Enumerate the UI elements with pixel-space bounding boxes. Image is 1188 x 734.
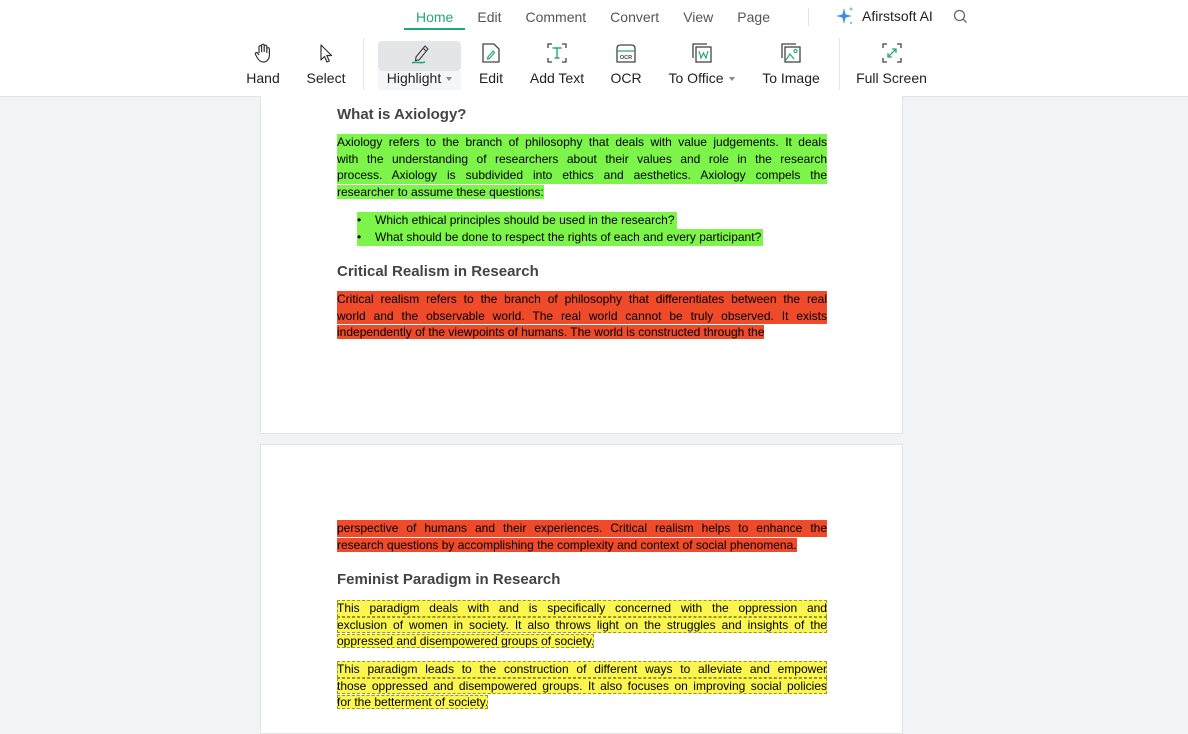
add-text-label: Add Text xyxy=(529,70,585,86)
highlighted-text: oppressed and disempowered groups of soc… xyxy=(337,634,595,649)
highlighter-pen-icon xyxy=(411,45,429,64)
heading-feminist-paradigm: Feminist Paradigm in Research xyxy=(337,571,561,588)
hand-icon xyxy=(254,43,270,63)
tab-comment[interactable]: Comment xyxy=(513,0,598,32)
top-toolbar: Home Edit Comment Convert View Page Afir… xyxy=(0,0,1188,97)
to-image-button[interactable]: To Image xyxy=(762,38,820,92)
highlighted-text: world and the observable world. The real… xyxy=(337,307,827,325)
tab-edit[interactable]: Edit xyxy=(465,0,513,32)
highlighted-text: perspective of humans and their experien… xyxy=(337,520,827,537)
ocr-button[interactable]: OCR OCR xyxy=(610,38,642,92)
edit-label: Edit xyxy=(478,70,504,86)
list-item: • Which ethical principles should be used… xyxy=(357,212,677,229)
chevron-down-icon[interactable] xyxy=(728,77,735,81)
tab-convert[interactable]: Convert xyxy=(598,0,671,32)
highlighted-text: independently of the viewpoints of human… xyxy=(337,325,765,340)
highlighted-text: for the betterment of society. xyxy=(337,695,489,710)
full-screen-icon xyxy=(881,43,902,63)
tab-home[interactable]: Home xyxy=(404,0,466,32)
svg-text:OCR: OCR xyxy=(620,55,632,61)
paragraph-feminist-1: This paradigm deals with and is specific… xyxy=(337,600,827,650)
full-screen-button[interactable]: Full Screen xyxy=(856,38,927,92)
highlighted-text: those oppressed and disempowered groups.… xyxy=(337,677,827,695)
highlighted-text: Critical realism refers to the branch of… xyxy=(337,291,827,308)
search-button[interactable] xyxy=(953,9,968,29)
tab-view[interactable]: View xyxy=(671,0,725,32)
edit-tool-button[interactable]: Edit xyxy=(479,38,503,92)
highlighted-text: process. Axiology is subdivided into eth… xyxy=(337,167,827,184)
bullet-list: • Which ethical principles should be used… xyxy=(357,212,764,246)
hand-label: Hand xyxy=(246,70,280,86)
highlight-label: Highlight xyxy=(386,70,442,86)
divider xyxy=(839,38,840,90)
ocr-icon: OCR xyxy=(616,44,636,63)
list-item: • What should be done to respect the righ… xyxy=(357,228,764,246)
highlight-tool-button[interactable]: Highlight xyxy=(378,38,461,92)
cursor-arrow-icon xyxy=(320,44,333,63)
add-text-button[interactable]: Add Text xyxy=(529,38,585,92)
add-text-icon xyxy=(547,43,567,63)
heading-axiology: What is Axiology? xyxy=(337,106,467,123)
highlighted-text: with the understanding of researchers ab… xyxy=(337,150,827,168)
divider xyxy=(363,38,364,90)
tab-page[interactable]: Page xyxy=(725,0,782,32)
select-tool-button[interactable]: Select xyxy=(307,38,345,92)
search-icon xyxy=(953,9,967,23)
highlighted-text: This paradigm leads to the construction … xyxy=(337,661,827,678)
heading-critical-realism: Critical Realism in Research xyxy=(337,263,539,280)
highlighted-text: Axiology refers to the branch of philoso… xyxy=(337,134,827,151)
highlighted-text: exclusion of women in society. It also t… xyxy=(337,616,827,634)
full-screen-label: Full Screen xyxy=(856,70,927,86)
highlighted-text: This paradigm deals with and is specific… xyxy=(337,600,827,617)
ocr-label: OCR xyxy=(610,70,642,86)
to-image-icon xyxy=(781,43,801,63)
menu-tabs: Home Edit Comment Convert View Page xyxy=(404,0,782,32)
chevron-down-icon[interactable] xyxy=(446,77,453,81)
paragraph-axiology: Axiology refers to the branch of philoso… xyxy=(337,134,827,200)
edit-document-icon xyxy=(482,43,500,63)
paragraph-critical-realism-cont: perspective of humans and their experien… xyxy=(337,520,827,553)
document-page-1: What is Axiology? Axiology refers to the… xyxy=(260,96,903,434)
select-label: Select xyxy=(306,70,346,86)
paragraph-feminist-2: This paradigm leads to the construction … xyxy=(337,661,827,711)
paragraph-critical-realism: Critical realism refers to the branch of… xyxy=(337,291,827,341)
ai-label: Afirstsoft AI xyxy=(862,8,933,24)
to-image-label: To Image xyxy=(762,70,820,86)
highlighted-text: research questions by accomplishing the … xyxy=(337,537,797,552)
afirstsoft-ai-button[interactable]: Afirstsoft AI xyxy=(836,6,933,26)
to-office-button[interactable]: To Office xyxy=(666,38,737,92)
sparkle-icon xyxy=(836,7,853,25)
to-office-icon xyxy=(691,43,712,63)
to-office-label: To Office xyxy=(668,70,724,86)
document-page-2: perspective of humans and their experien… xyxy=(260,444,903,734)
highlighted-text: researcher to assume these questions: xyxy=(337,184,544,199)
divider xyxy=(808,8,809,26)
hand-tool-button[interactable]: Hand xyxy=(246,38,280,92)
